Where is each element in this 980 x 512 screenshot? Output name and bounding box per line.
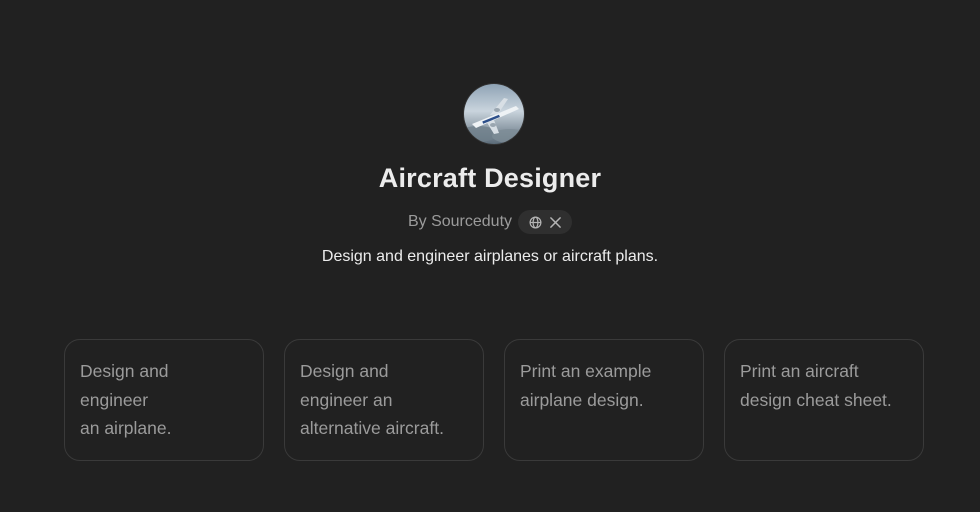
x-icon[interactable] [548,215,562,229]
airplane-image [464,84,524,144]
starter-card-design-airplane[interactable]: Design and engineer an airplane. [64,339,264,461]
gpt-landing: Aircraft Designer By Sourceduty Design a… [0,0,980,512]
byline: By Sourceduty [0,210,980,234]
starter-card-alternative-aircraft[interactable]: Design and engineer an alternative aircr… [284,339,484,461]
gpt-title: Aircraft Designer [378,163,602,193]
gpt-description: Design and engineer airplanes or aircraf… [321,248,659,265]
starter-card-example-design[interactable]: Print an example airplane design. [504,339,704,461]
conversation-starters: Design and engineer an airplane. Design … [64,339,924,461]
author-label: By Sourceduty [407,213,513,230]
globe-icon[interactable] [528,215,542,229]
social-links [518,210,573,234]
gpt-avatar [464,84,524,144]
starter-card-cheat-sheet[interactable]: Print an aircraft design cheat sheet. [724,339,924,461]
